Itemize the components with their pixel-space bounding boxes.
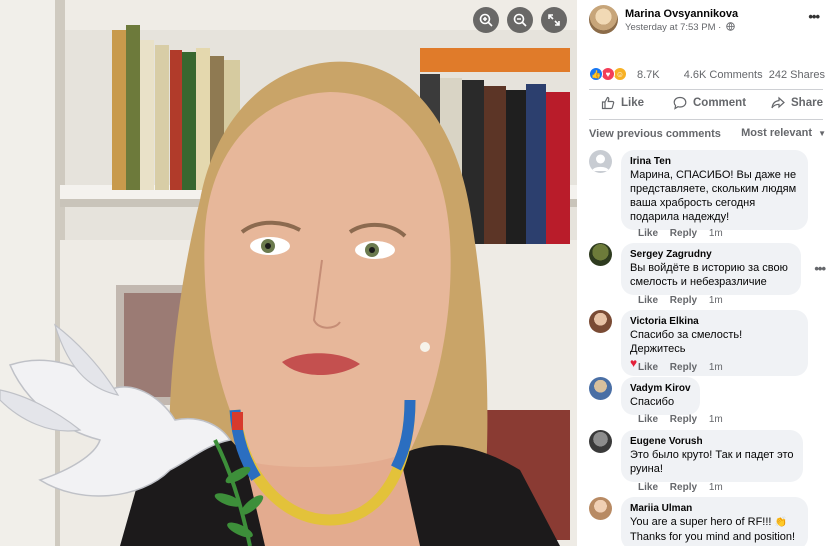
comment-bubble: Vadym Kirov Спасибо [621, 377, 700, 415]
comment-text: Thanks for you mind and position! [630, 531, 796, 543]
commenter-name[interactable]: Irina Ten [630, 155, 799, 168]
post-sidebar: Marina Ovsyannikova Yesterday at 7:53 PM… [577, 0, 830, 546]
comment-like-button[interactable]: Like [638, 362, 658, 373]
comment-text: You are a super hero of RF!!! [630, 516, 772, 528]
commenter-avatar[interactable] [589, 310, 612, 333]
comment-reply-button[interactable]: Reply [670, 295, 697, 306]
zoom-in-button[interactable] [473, 7, 499, 33]
thumbs-up-icon [601, 96, 615, 110]
comment-like-button[interactable]: Like [638, 414, 658, 425]
globe-icon [726, 22, 735, 31]
view-previous-comments-link[interactable]: View previous comments [589, 128, 721, 140]
comment-like-button[interactable]: Like [638, 228, 658, 239]
comment-actions: Like Reply 1m [638, 362, 732, 373]
like-reaction-icon[interactable]: 👍 [589, 67, 603, 81]
comment-button[interactable]: Comment [673, 96, 746, 110]
divider [589, 89, 823, 90]
comment-bubble: Sergey Zagrudny Вы войдёте в историю за … [621, 243, 801, 295]
comment-actions: Like Reply 1m [638, 482, 732, 493]
post-time-separator: · [718, 22, 722, 33]
comment-text: Спасибо [630, 396, 675, 408]
comment-text: Марина, СПАСИБО! Вы даже не представляет… [630, 169, 797, 223]
zoom-in-icon [479, 13, 493, 27]
comments-count[interactable]: 4.6K Comments [684, 69, 763, 81]
commenter-name[interactable]: Victoria Elkina [630, 315, 799, 328]
comment-like-button[interactable]: Like [638, 482, 658, 493]
comment-time[interactable]: 1m [709, 414, 723, 425]
author-name[interactable]: Marina Ovsyannikova [625, 8, 738, 20]
author-avatar[interactable] [589, 5, 618, 34]
engagement-counts: 4.6K Comments 242 Shares [684, 69, 825, 81]
comment-options-button[interactable]: ••• [814, 261, 826, 276]
share-label: Share [791, 97, 823, 109]
post-timestamp[interactable]: Yesterday at 7:53 PM · [625, 22, 735, 33]
comment-sort-dropdown[interactable]: Most relevant ▼ [741, 127, 826, 139]
comment-actions: Like Reply 1m [638, 414, 732, 425]
caret-down-icon: ▼ [818, 129, 826, 138]
default-avatar-icon [592, 154, 609, 171]
comment-icon [673, 96, 687, 110]
comment-text: Это было круто! Так и падет это руина! [630, 449, 794, 475]
fullscreen-button[interactable] [541, 7, 567, 33]
comment-reply-button[interactable]: Reply [670, 414, 697, 425]
comment-like-button[interactable]: Like [638, 295, 658, 306]
share-icon [771, 96, 785, 109]
commenter-avatar[interactable] [589, 377, 612, 400]
post-options-button[interactable]: ••• [808, 9, 820, 24]
commenter-avatar[interactable] [589, 430, 612, 453]
commenter-name[interactable]: Eugene Vorush [630, 435, 794, 448]
comment-time[interactable]: 1m [709, 228, 723, 239]
comment-text: Спасибо за смелость! Держитесь [630, 329, 743, 355]
share-button[interactable]: Share [771, 96, 823, 110]
zoom-out-button[interactable] [507, 7, 533, 33]
comment-text: Вы войдёте в историю за свою смелость и … [630, 262, 788, 288]
divider [589, 119, 823, 120]
commenter-avatar[interactable] [589, 243, 612, 266]
comment-text-line: You are a super hero of RF!!! 👏 [630, 515, 799, 530]
reaction-count[interactable]: 8.7K [637, 69, 660, 81]
photo-viewer[interactable] [0, 0, 577, 546]
comment-bubble: Mariia Ulman You are a super hero of RF!… [621, 497, 808, 546]
clapping-hands-emoji: 👏 [774, 517, 787, 528]
comment-actions: Like Reply 1m [638, 228, 732, 239]
post-actions: Like Comment Share [589, 96, 825, 118]
comment-reply-button[interactable]: Reply [670, 362, 697, 373]
comment-sort-label: Most relevant [741, 127, 813, 139]
like-label: Like [621, 97, 645, 109]
comment-time[interactable]: 1m [709, 295, 723, 306]
comment-reply-button[interactable]: Reply [670, 482, 697, 493]
comment-label: Comment [693, 97, 747, 109]
comment-bubble: Eugene Vorush Это было круто! Так и паде… [621, 430, 803, 482]
post-header: Marina Ovsyannikova Yesterday at 7:53 PM… [589, 5, 825, 35]
comment-reply-button[interactable]: Reply [670, 228, 697, 239]
comment-actions: Like Reply 1m [638, 295, 732, 306]
commenter-avatar[interactable] [589, 150, 612, 173]
commenter-avatar[interactable] [589, 497, 612, 520]
commenter-name[interactable]: Mariia Ulman [630, 502, 799, 515]
love-reaction-icon[interactable]: ♥ [601, 67, 615, 81]
shares-count[interactable]: 242 Shares [769, 69, 825, 81]
zoom-out-icon [513, 13, 527, 27]
like-button[interactable]: Like [601, 96, 644, 110]
fullscreen-icon [548, 14, 560, 26]
comment-time[interactable]: 1m [709, 362, 723, 373]
comment-time[interactable]: 1m [709, 482, 723, 493]
care-reaction-icon[interactable]: ☺ [613, 67, 627, 81]
commenter-name[interactable]: Vadym Kirov [630, 382, 691, 395]
comment-bubble: Irina Ten Марина, СПАСИБО! Вы даже не пр… [621, 150, 808, 230]
reactions-bar: 👍 ♥ ☺ 8.7K 4.6K Comments 242 Shares [589, 66, 825, 84]
post-time-text: Yesterday at 7:53 PM [625, 22, 716, 33]
photo-image [0, 0, 577, 546]
commenter-name[interactable]: Sergey Zagrudny [630, 248, 792, 261]
